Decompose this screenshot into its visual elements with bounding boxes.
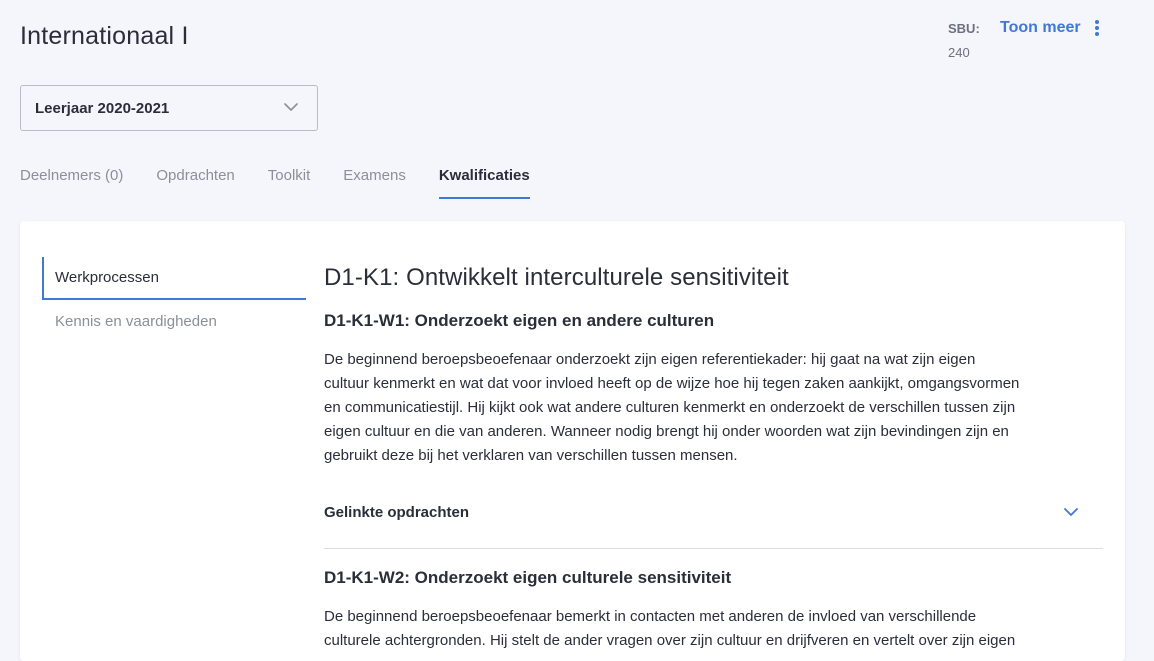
tab-bar: Deelnemers (0) Opdrachten Toolkit Examen… — [20, 167, 563, 199]
process-heading: D1-K1-W2: Onderzoekt eigen culturele sen… — [324, 568, 732, 587]
tab-toolkit[interactable]: Toolkit — [268, 167, 311, 199]
description-line: en communicatiestijl. Hij kijkt ook wat … — [324, 399, 1016, 416]
show-more-label: Toon meer — [1000, 19, 1081, 36]
linked-assignments-label: Gelinkte opdrachten — [324, 504, 470, 521]
description-line: gebruikt deze bij het verklaren van vers… — [324, 447, 738, 464]
tab-kwalificaties[interactable]: Kwalificaties — [438, 167, 530, 199]
linked-assignments-toggle[interactable]: Gelinkte opdrachten — [324, 497, 1103, 549]
description-line: cultuur kenmerkt en wat dat voor invloed… — [324, 375, 1020, 392]
side-nav: Werkprocessen Kennis en vaardigheden — [42, 257, 306, 343]
process-description: De beginnend beroepsbeoefenaar onderzoek… — [324, 348, 1103, 468]
page-title: Internationaal I — [20, 22, 189, 50]
description-line: culturele achtergronden. Hij stelt de an… — [324, 632, 1016, 649]
sbu-info: SBU: 240 — [948, 21, 980, 60]
tab-deelnemers[interactable]: Deelnemers (0) — [20, 167, 123, 199]
description-line: De beginnend beroepsbeoefenaar onderzoek… — [324, 351, 976, 368]
sbu-label: SBU: — [948, 21, 980, 36]
chevron-down-icon — [284, 103, 298, 111]
show-more-button[interactable]: Toon meer — [1000, 19, 1100, 37]
tab-opdrachten[interactable]: Opdrachten — [156, 167, 234, 199]
vertical-dots-icon — [1094, 20, 1099, 36]
process-heading: D1-K1-W1: Onderzoekt eigen en andere cul… — [324, 311, 715, 330]
chevron-down-icon — [1064, 508, 1078, 516]
side-nav-item-kennis-en-vaardigheden[interactable]: Kennis en vaardigheden — [42, 300, 306, 343]
description-line: eigen cultuur en die van anderen. Wannee… — [324, 423, 1009, 440]
year-select[interactable]: Leerjaar 2020-2021 — [20, 85, 318, 131]
process-description: De beginnend beroepsbeoefenaar bemerkt i… — [324, 605, 1103, 653]
sbu-value: 240 — [948, 45, 970, 60]
year-select-value: Leerjaar 2020-2021 — [35, 99, 170, 117]
tab-examens[interactable]: Examens — [343, 167, 406, 199]
main-content: D1-K1: Ontwikkelt interculturele sensiti… — [324, 261, 1103, 653]
content-card: Werkprocessen Kennis en vaardigheden D1-… — [20, 221, 1125, 661]
side-nav-item-werkprocessen[interactable]: Werkprocessen — [42, 257, 306, 300]
description-line: De beginnend beroepsbeoefenaar bemerkt i… — [324, 608, 977, 625]
page-header: Internationaal I SBU: 240 Toon meer Leer… — [0, 0, 1154, 199]
qualification-title: D1-K1: Ontwikkelt interculturele sensiti… — [324, 264, 789, 291]
